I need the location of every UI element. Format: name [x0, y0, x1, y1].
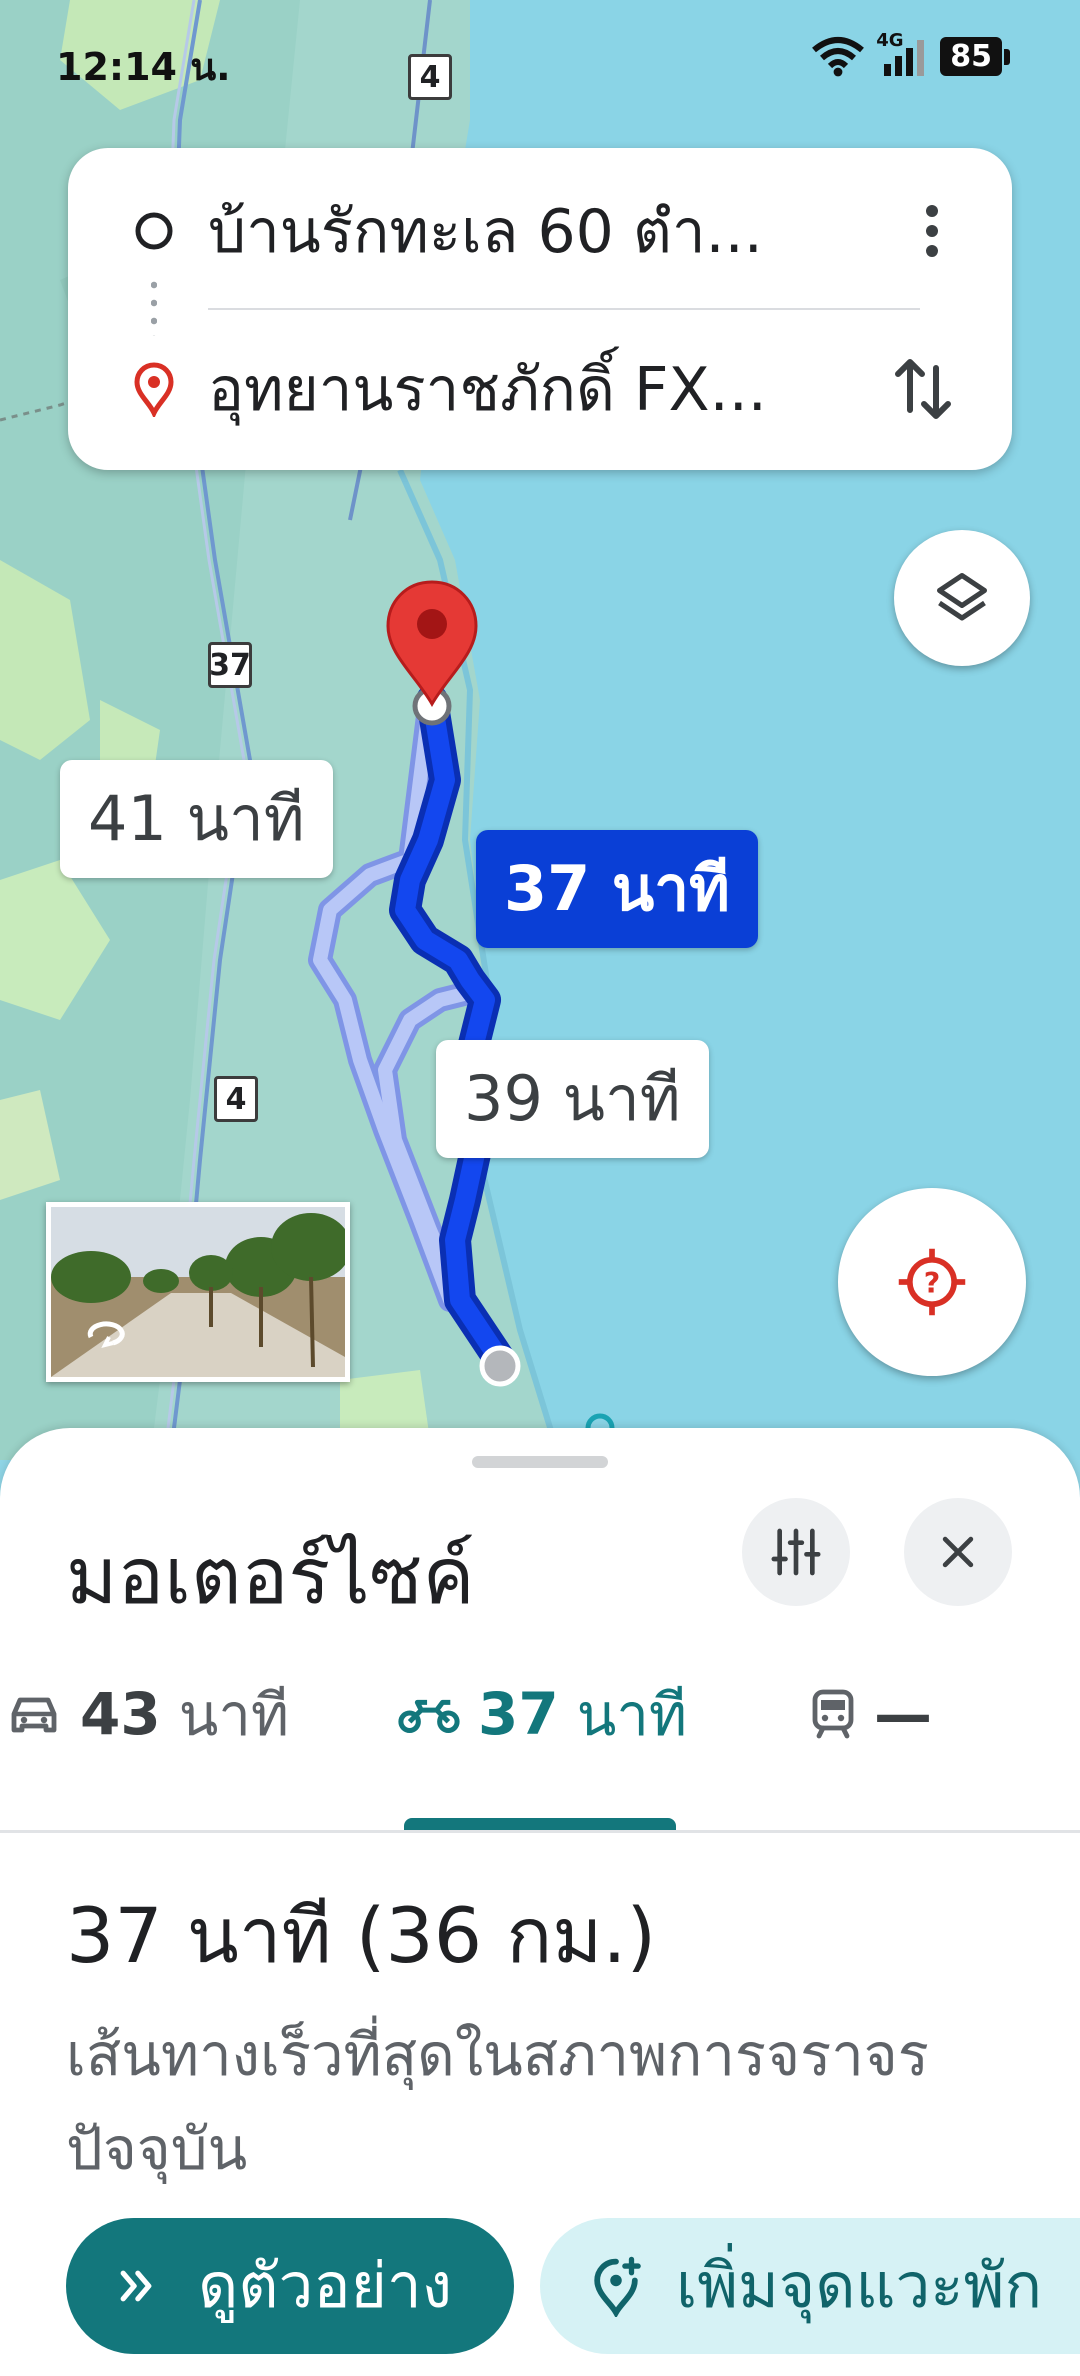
layers-button[interactable] [894, 530, 1030, 666]
sheet-drag-handle[interactable] [472, 1456, 608, 1468]
status-bar: 12:14 น. 4G 85 [0, 0, 1080, 110]
swap-direction-icon[interactable] [894, 354, 952, 424]
route-label-alt-41[interactable]: 41 นาที [60, 760, 333, 878]
mode-transit[interactable]: — [810, 1664, 932, 1764]
active-mode-indicator [404, 1818, 676, 1830]
add-location-icon [594, 2256, 641, 2317]
status-time: 12:14 น. [56, 45, 231, 89]
directions-search-card: บ้านรักทะเล 60 ตำ... อุทยานราชภักดิ์ FX.… [68, 148, 1012, 470]
tune-icon [771, 1528, 821, 1576]
mode-motorcycle[interactable]: 37 นาที [398, 1664, 687, 1764]
mode-motorcycle-unit: นาที [576, 1680, 688, 1749]
destination-row[interactable]: อุทยานราชภักดิ์ FX... [68, 314, 1012, 464]
directions-bottom-sheet[interactable]: มอเตอร์ไซค์ 43 นาที 37 นาที — 37 นาที (3… [0, 1428, 1080, 2376]
mode-transit-value: — [874, 1680, 932, 1748]
travel-mode-tabs: 43 นาที 37 นาที — [0, 1664, 1080, 1774]
origin-row[interactable]: บ้านรักทะเล 60 ตำ... [68, 156, 1012, 306]
modes-divider [0, 1830, 1080, 1833]
add-stop-button[interactable]: เพิ่มจุดแวะพัก [540, 2218, 1080, 2354]
destination-field[interactable]: อุทยานราชภักดิ์ FX... [208, 342, 767, 437]
my-location-button[interactable]: ? [838, 1188, 1026, 1376]
mode-car-value: 43 [80, 1680, 161, 1748]
add-stop-label: เพิ่มจุดแวะพัก [676, 2249, 1043, 2322]
route-summary: 37 นาที (36 กม.) [66, 1891, 657, 1980]
mode-motorcycle-value: 37 [478, 1680, 559, 1748]
origin-circle-icon [135, 212, 173, 250]
destination-marker-icon [134, 362, 174, 417]
street-view-thumbnail[interactable] [46, 1202, 350, 1382]
origin-field[interactable]: บ้านรักทะเล 60 ตำ... [208, 184, 763, 279]
mode-car-unit: นาที [178, 1680, 290, 1749]
street-view-image [51, 1207, 345, 1377]
double-chevron-icon [120, 2270, 152, 2302]
motorcycle-icon [398, 1699, 460, 1733]
battery-indicator: 85 [940, 36, 1010, 76]
search-divider [208, 308, 920, 310]
svg-text:?: ? [924, 1267, 941, 1300]
route-label-alt-39[interactable]: 39 นาที [436, 1040, 709, 1158]
car-icon [11, 1697, 57, 1733]
layers-icon [937, 573, 987, 621]
route-description: เส้นทางเร็วที่สุดในสภาพการจราจรปัจจุบัน [66, 2021, 929, 2183]
location-unknown-icon: ? [898, 1248, 966, 1316]
wifi-icon [812, 37, 865, 77]
road-shield-4-bottom: 4 [214, 1076, 258, 1122]
preview-button[interactable]: ดูตัวอย่าง [66, 2218, 514, 2354]
status-icons: 4G 85 [810, 30, 1010, 78]
route-options-button[interactable] [742, 1498, 850, 1606]
road-shield-37: 37 [208, 642, 252, 688]
preview-label: ดูตัวอย่าง [198, 2249, 452, 2322]
train-icon [812, 1689, 854, 1739]
destination-pin-icon[interactable] [384, 578, 480, 710]
close-button[interactable] [904, 1498, 1012, 1606]
more-options-icon[interactable] [912, 201, 952, 261]
mode-car[interactable]: 43 นาที [6, 1664, 289, 1764]
route-label-selected-37[interactable]: 37 นาที [476, 830, 758, 948]
travel-mode-title: มอเตอร์ไซค์ [66, 1532, 475, 1622]
close-icon [942, 1536, 974, 1568]
cell-signal-icon: 4G [876, 30, 930, 78]
